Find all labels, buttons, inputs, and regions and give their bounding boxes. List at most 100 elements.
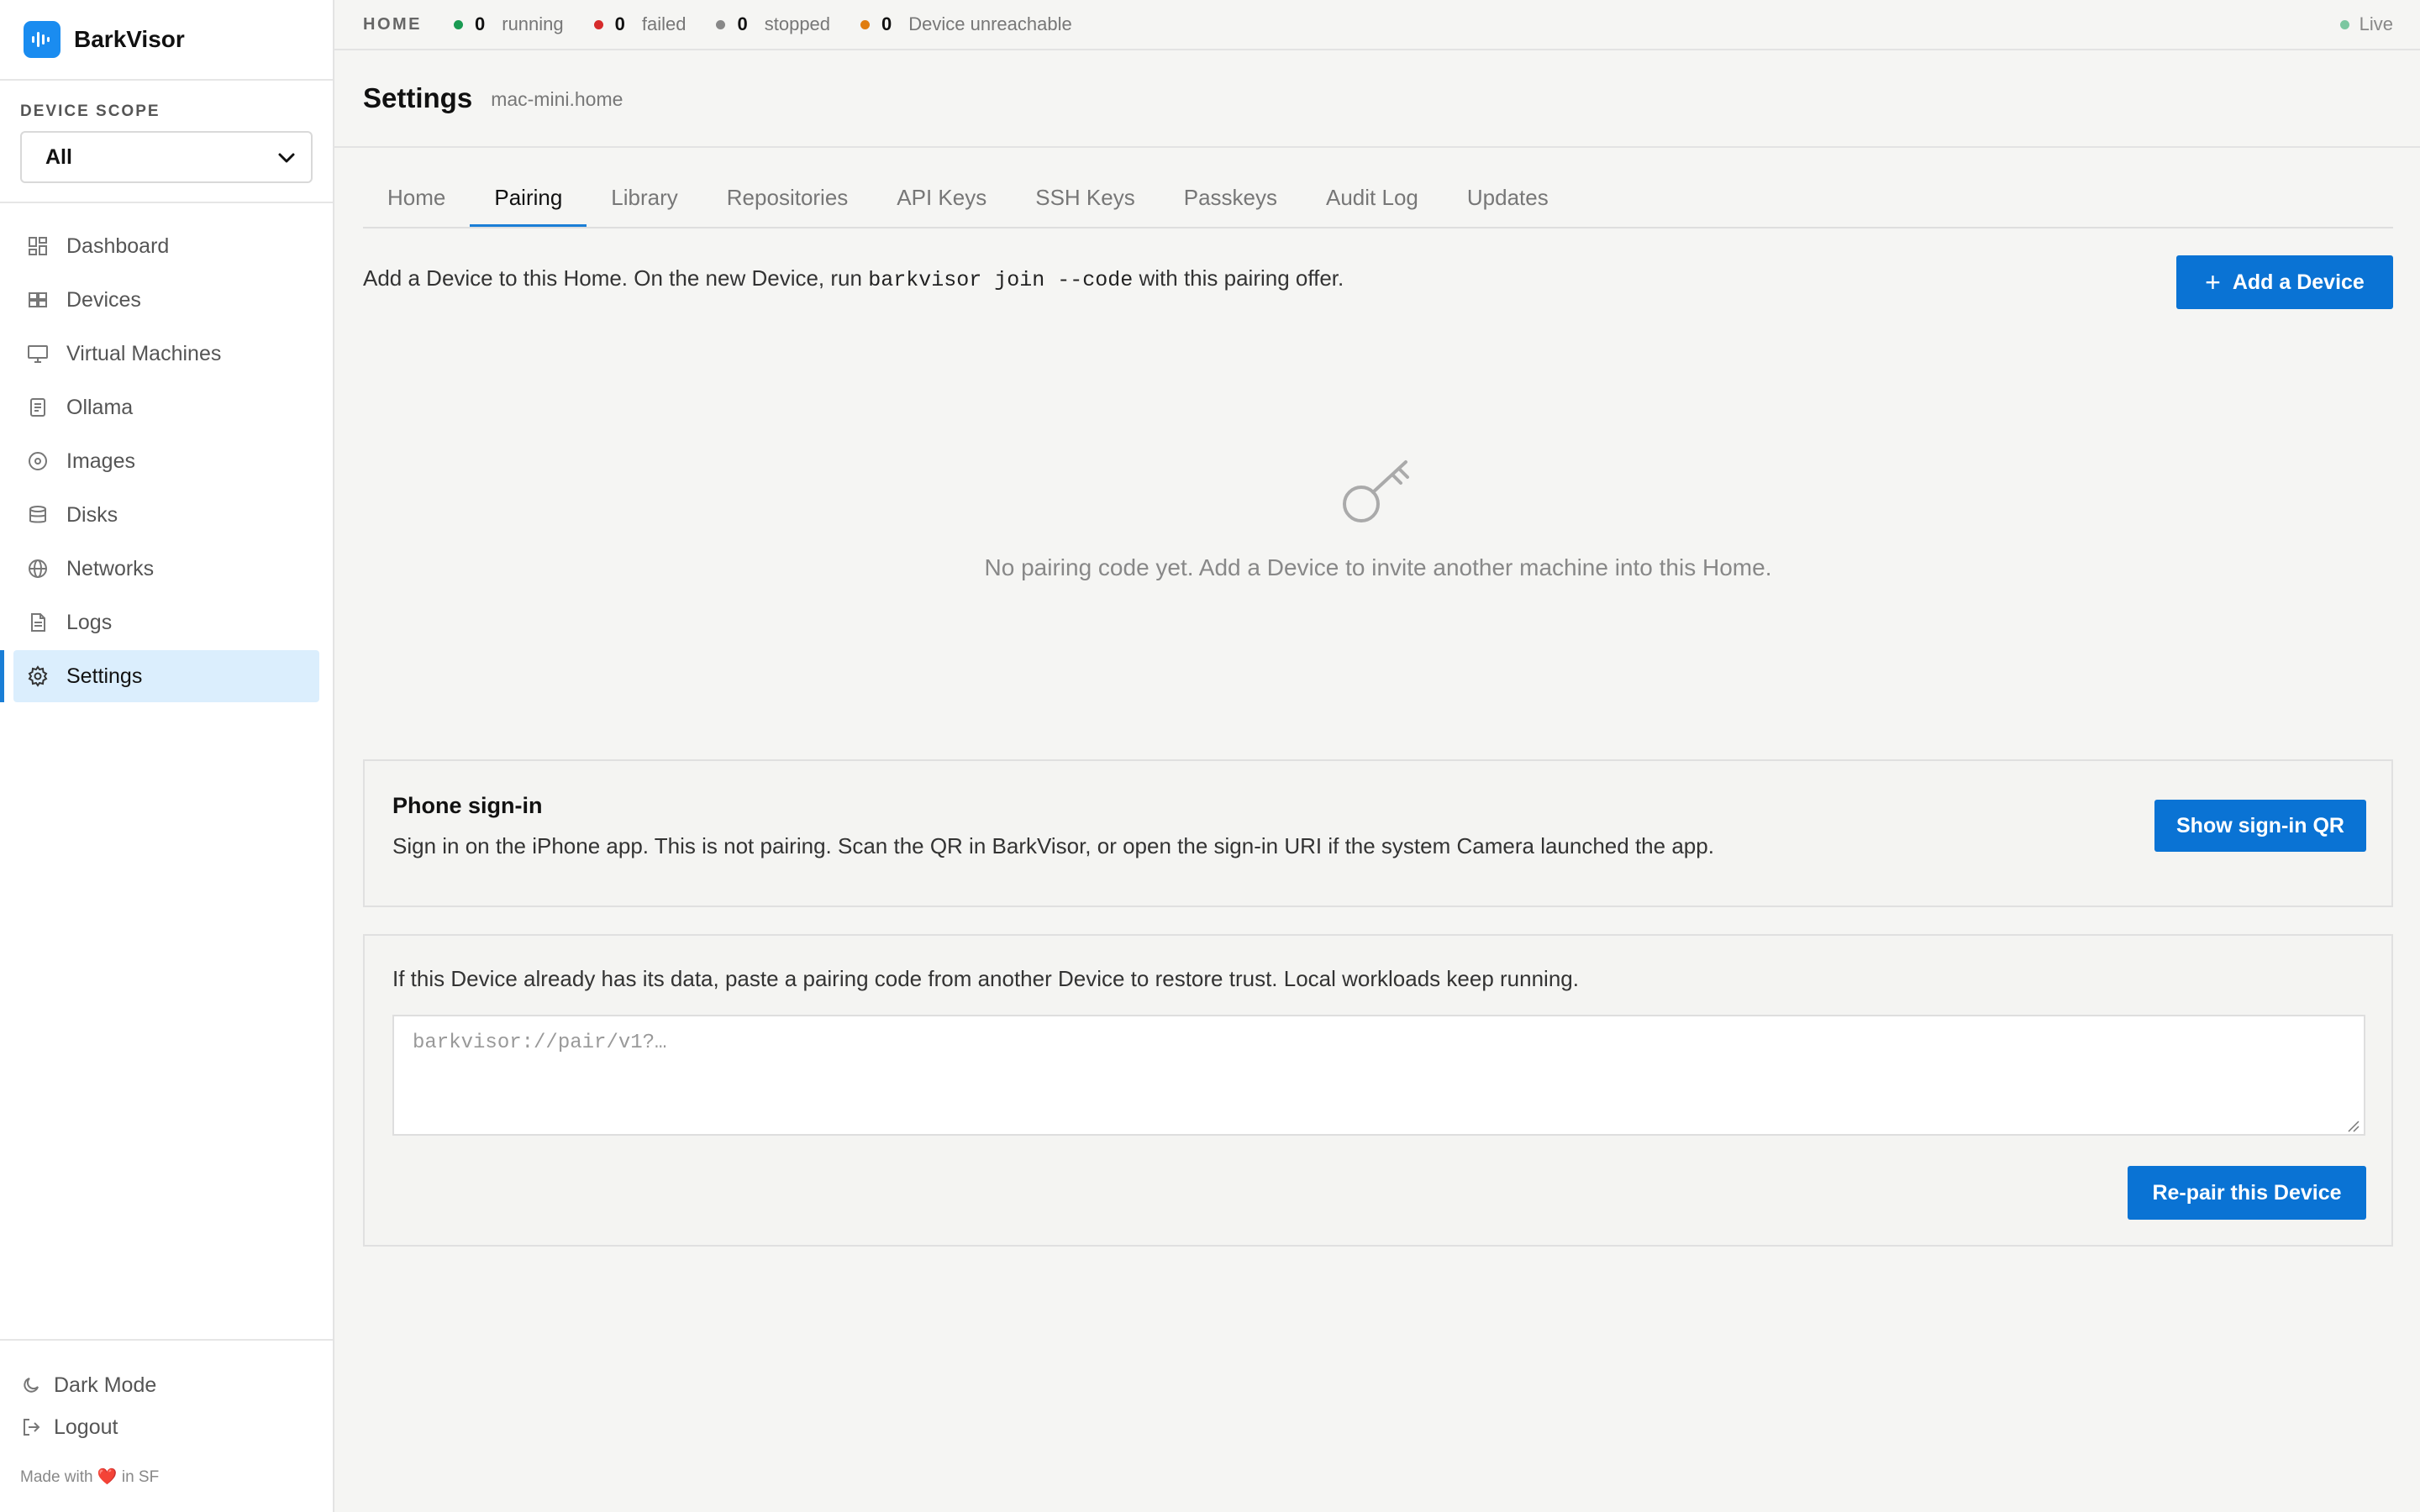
unreachable-dot-icon (860, 19, 871, 29)
failed-dot-icon (593, 19, 603, 29)
device-scope: DEVICE SCOPE All (0, 81, 333, 203)
globe-icon (26, 557, 50, 580)
status-stopped: 0 stopped (716, 13, 830, 35)
logout-button[interactable]: Logout (20, 1406, 313, 1448)
empty-state: No pairing code yet. Add a Device to inv… (363, 454, 2393, 581)
unreachable-label: Device unreachable (908, 13, 1072, 34)
sidebar-item-logs[interactable]: Logs (13, 596, 319, 648)
logout-icon (20, 1416, 42, 1438)
tab-api-keys[interactable]: API Keys (872, 168, 1011, 227)
chevron-down-icon (277, 145, 296, 170)
phone-signin-card: Phone sign-in Sign in on the iPhone app.… (363, 759, 2393, 907)
sidebar: BarkVisor DEVICE SCOPE All Dashboard Dev… (0, 0, 334, 1512)
repair-description: If this Device already has its data, pas… (392, 966, 1579, 991)
tab-pairing[interactable]: Pairing (470, 168, 587, 227)
home-label: HOME (363, 14, 422, 34)
made-with-text: Made with ❤️ in SF (20, 1467, 313, 1487)
empty-state-text: No pairing code yet. Add a Device to inv… (984, 554, 1772, 580)
dark-mode-label: Dark Mode (54, 1373, 157, 1397)
logout-label: Logout (54, 1415, 118, 1439)
running-count: 0 (475, 13, 486, 34)
tab-updates[interactable]: Updates (1443, 168, 1573, 227)
sidebar-item-label: Logs (66, 610, 113, 634)
device-scope-select[interactable]: All (20, 131, 313, 183)
sidebar-item-virtual-machines[interactable]: Virtual Machines (13, 328, 319, 380)
phone-signin-title: Phone sign-in (392, 793, 543, 818)
repair-device-button[interactable]: Re-pair this Device (2128, 1166, 2366, 1220)
unreachable-count: 0 (881, 13, 892, 34)
repair-card: If this Device already has its data, pas… (363, 934, 2393, 1247)
dark-mode-toggle[interactable]: Dark Mode (20, 1364, 313, 1406)
app-window: BarkVisor DEVICE SCOPE All Dashboard Dev… (0, 0, 2420, 1512)
device-scope-label: DEVICE SCOPE (20, 102, 160, 120)
device-scope-value: All (45, 144, 72, 169)
join-command: barkvisor join --code (868, 268, 1134, 292)
failed-count: 0 (614, 13, 625, 34)
status-unreachable: 0 Device unreachable (860, 13, 1072, 35)
tab-audit-log[interactable]: Audit Log (1302, 168, 1443, 227)
page-title: Settings (363, 82, 473, 113)
sidebar-item-label: Disks (66, 502, 118, 527)
sidebar-item-label: Devices (66, 287, 141, 312)
file-text-icon (26, 611, 50, 634)
status-failed: 0 failed (593, 13, 687, 35)
made-prefix: Made with (20, 1468, 93, 1486)
live-indicator: Live (2339, 0, 2393, 49)
sidebar-item-dashboard[interactable]: Dashboard (13, 220, 319, 272)
pairing-intro: Add a Device to this Home. On the new De… (363, 265, 1344, 292)
sidebar-item-label: Dashboard (66, 234, 170, 258)
made-suffix: in SF (121, 1468, 160, 1486)
add-device-button[interactable]: + Add a Device (2176, 255, 2393, 309)
tab-library[interactable]: Library (587, 168, 702, 227)
ollama-icon (26, 396, 50, 419)
sidebar-item-ollama[interactable]: Ollama (13, 381, 319, 433)
key-icon (1340, 454, 1416, 529)
sidebar-item-settings[interactable]: Settings (0, 650, 319, 702)
live-label: Live (2359, 13, 2393, 34)
monitor-icon (26, 342, 50, 365)
moon-icon (20, 1374, 42, 1396)
disc-icon (26, 449, 50, 473)
status-bar: HOME 0 running 0 failed 0 stopped 0 Devi… (334, 0, 2420, 50)
host-name: mac-mini.home (491, 87, 623, 110)
pairing-code-input[interactable]: barkvisor://pair/v1?… (392, 1015, 2365, 1136)
tab-ssh-keys[interactable]: SSH Keys (1011, 168, 1160, 227)
sidebar-footer: Dark Mode Logout Made with ❤️ in SF (0, 1339, 333, 1512)
resize-handle-icon[interactable] (2347, 1117, 2360, 1132)
devices-icon (26, 288, 50, 312)
sidebar-nav: Dashboard Devices Virtual Machines Ollam… (0, 203, 333, 702)
intro-text-after: with this pairing offer. (1139, 265, 1344, 291)
sidebar-item-label: Networks (66, 556, 155, 580)
stopped-label: stopped (764, 13, 831, 34)
sidebar-item-label: Images (66, 449, 135, 473)
pairing-code-placeholder: barkvisor://pair/v1?… (413, 1032, 667, 1054)
status-running: 0 running (454, 13, 564, 35)
stopped-count: 0 (737, 13, 748, 34)
live-dot-icon (2339, 19, 2349, 29)
phone-signin-description: Sign in on the iPhone app. This is not p… (392, 833, 1714, 858)
failed-label: failed (641, 13, 687, 34)
running-label: running (502, 13, 564, 34)
sidebar-item-label: Ollama (66, 395, 134, 419)
brand[interactable]: BarkVisor (0, 0, 333, 81)
show-signin-qr-button[interactable]: Show sign-in QR (2154, 800, 2366, 852)
sidebar-item-networks[interactable]: Networks (13, 543, 319, 595)
sidebar-item-images[interactable]: Images (13, 435, 319, 487)
sidebar-item-disks[interactable]: Disks (13, 489, 319, 541)
tab-passkeys[interactable]: Passkeys (1160, 168, 1302, 227)
tab-home[interactable]: Home (363, 168, 470, 227)
app-name: BarkVisor (74, 26, 185, 52)
barkvisor-logo-icon (24, 21, 60, 58)
page-header: Settings mac-mini.home (334, 50, 2420, 148)
settings-tabs: Home Pairing Library Repositories API Ke… (363, 168, 2393, 228)
dashboard-icon (26, 234, 50, 258)
heart-icon: ❤️ (97, 1468, 118, 1486)
sidebar-item-label: Virtual Machines (66, 341, 222, 365)
database-icon (26, 503, 50, 527)
stopped-dot-icon (716, 19, 726, 29)
add-device-label: Add a Device (2232, 270, 2365, 294)
plus-icon: + (2205, 267, 2221, 297)
sidebar-item-devices[interactable]: Devices (13, 274, 319, 326)
tab-repositories[interactable]: Repositories (702, 168, 873, 227)
running-dot-icon (454, 19, 463, 29)
